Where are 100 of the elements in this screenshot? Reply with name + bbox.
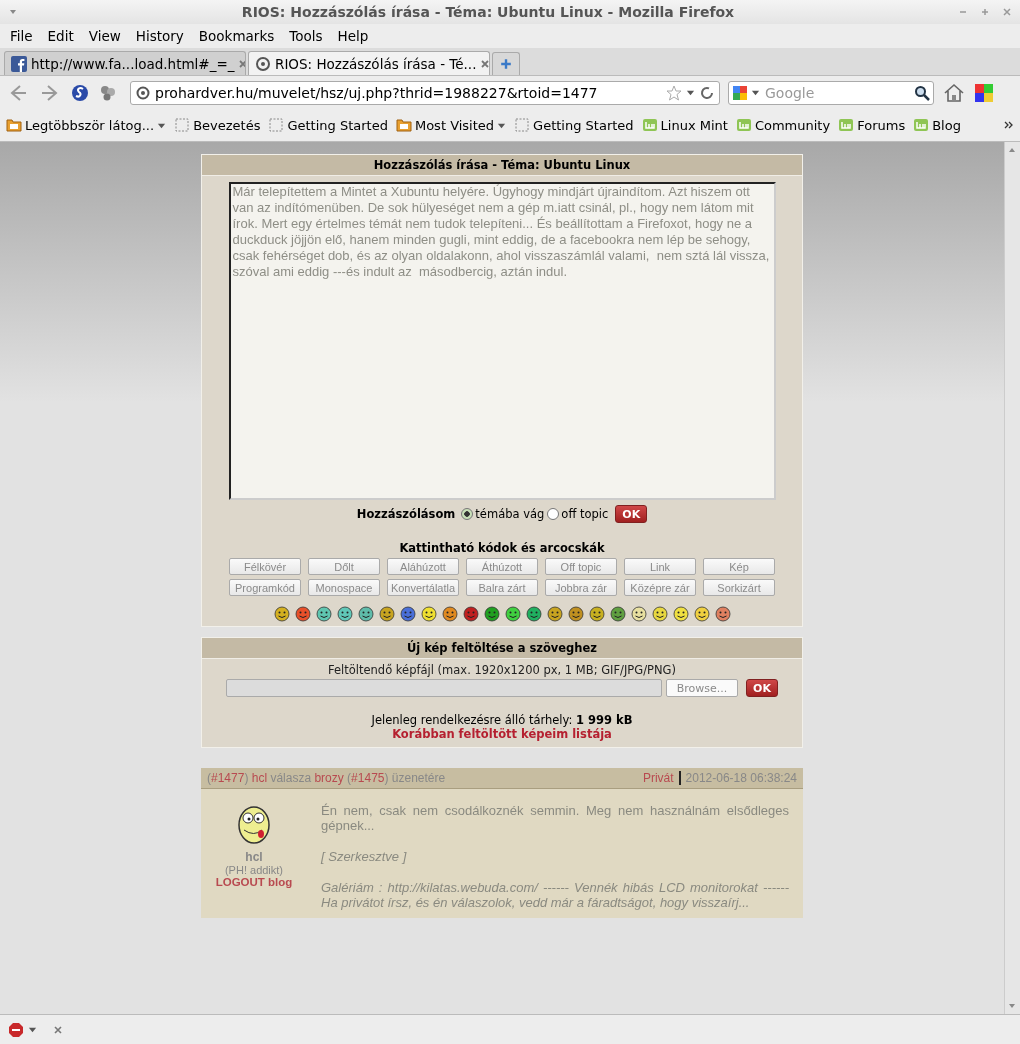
ok-button[interactable]: OK <box>615 505 648 523</box>
format-button[interactable]: Jobbra zár <box>545 579 617 596</box>
format-button[interactable]: Áthúzott <box>466 558 538 575</box>
caret-icon[interactable] <box>28 1025 37 1034</box>
new-tab-button[interactable] <box>492 52 520 75</box>
smiley-icon[interactable] <box>504 606 521 622</box>
smiley-icon[interactable] <box>672 606 689 622</box>
smiley-icon[interactable] <box>693 606 710 622</box>
browser-tab[interactable]: http://www.fa...load.html#_=_ <box>4 51 246 75</box>
quota-label: Jelenleg rendelkezésre álló tárhely: <box>371 713 573 727</box>
smiley-icon[interactable] <box>441 606 458 622</box>
format-button[interactable]: Dőlt <box>308 558 380 575</box>
smiley-icon[interactable] <box>567 606 584 622</box>
browse-button[interactable]: Browse... <box>666 679 739 697</box>
format-button[interactable]: Félkövér <box>229 558 301 575</box>
menu-item[interactable]: Edit <box>47 28 74 44</box>
dropdown-icon[interactable] <box>751 88 760 97</box>
mint-icon <box>641 117 658 133</box>
smiley-icon[interactable] <box>483 606 500 622</box>
reload-icon[interactable] <box>699 84 715 101</box>
format-button[interactable]: Programkód <box>229 579 301 596</box>
format-button[interactable]: Off topic <box>545 558 617 575</box>
bookmark-item[interactable]: Linux Mint <box>641 117 728 133</box>
menu-item[interactable]: Help <box>337 28 369 44</box>
scrollbar[interactable] <box>1004 142 1020 1014</box>
format-button[interactable]: Konvertálatla <box>387 579 459 596</box>
bookmark-item[interactable]: Forums <box>838 117 906 133</box>
bookmark-item[interactable]: Community <box>735 117 831 133</box>
menu-item[interactable]: View <box>88 28 121 44</box>
smiley-icon[interactable] <box>420 606 437 622</box>
smiley-icon[interactable] <box>546 606 563 622</box>
close-icon[interactable] <box>53 1024 63 1035</box>
site-icon <box>135 84 151 101</box>
plus-icon[interactable] <box>500 58 512 70</box>
smiley-icon[interactable] <box>651 606 668 622</box>
bookmark-item[interactable]: Getting Started <box>268 117 388 133</box>
author-name: hcl <box>245 850 263 864</box>
bookmark-item[interactable]: Blog <box>913 117 961 133</box>
window-title: RIOS: Hozzászólás írása - Téma: Ubuntu Linux - Mozilla Firefox <box>240 4 736 20</box>
search-icon[interactable] <box>914 84 930 101</box>
smiley-icon[interactable] <box>714 606 731 622</box>
comment-textarea[interactable]: Már telepítettem a Mintet a Xubuntu helyére. Úgyhogy mindjárt újraindítom. Azt hiszem ott van az indítómenüben. De sok hülyeséget nem a gép m.iatt csinál, pl., hogy nem látom mit írok. Mert egy értelmes témát nem tudok telepíteni... És beállítottam a Firefoxot, hogy ne a duckduck jöjjön elő, hanem minden gugli, mint eddig, de a facebookra nem lép be sehogy, csak fehérséget dob, és az olyan oldalakonn, ahol visszaszámlál valami, nem sztá lál vissza, szóval ami eddig ---és indult az másodbercig, aztán indul. <box>228 182 776 500</box>
search-box[interactable]: Google <box>728 80 934 105</box>
post-link[interactable]: brozy <box>314 771 344 785</box>
smiley-icon[interactable] <box>462 606 479 622</box>
close-icon[interactable] <box>480 58 489 69</box>
search-engine-icon[interactable] <box>732 84 748 101</box>
post-link[interactable]: hcl <box>251 771 268 785</box>
smiley-icon[interactable] <box>273 606 290 622</box>
color-grid-icon[interactable] <box>974 82 994 103</box>
format-button[interactable]: Monospace <box>308 579 380 596</box>
smiley-icon[interactable] <box>357 606 374 622</box>
format-button[interactable]: Sorkizárt <box>703 579 775 596</box>
radio-button[interactable] <box>461 508 474 520</box>
smiley-icon[interactable] <box>399 606 416 622</box>
post-link[interactable]: #1475 <box>351 771 385 785</box>
smiley-icon[interactable] <box>294 606 311 622</box>
star-icon[interactable] <box>666 84 682 101</box>
bookmark-item[interactable]: Getting Started <box>514 117 634 133</box>
adblock-icon[interactable] <box>8 1021 24 1038</box>
format-button[interactable]: Balra zárt <box>466 579 538 596</box>
blog-link[interactable]: LOGOUT blog <box>215 876 293 888</box>
bookmark-item[interactable]: Legtöbbször látog... <box>6 117 167 133</box>
private-link[interactable]: Privát <box>642 771 674 785</box>
signature-text: Galériám : http://kilatas.webuda.com/ ------ Vennék hibás LCD monitorokat ------ Ha privátot írsz, és én válaszolok, vedd már a fáradtságot, hogy visszaírj... <box>321 880 789 910</box>
smiley-icon[interactable] <box>315 606 332 622</box>
menu-item[interactable]: File <box>10 28 33 44</box>
image-list-link[interactable]: Korábban feltöltött képeim listája <box>392 727 612 741</box>
format-button[interactable]: Középre zár <box>624 579 696 596</box>
file-field[interactable] <box>226 679 663 697</box>
ok-button[interactable]: OK <box>746 679 778 697</box>
menu-item[interactable]: Tools <box>289 28 323 44</box>
s-logo-icon[interactable] <box>70 82 90 103</box>
smiley-icon[interactable] <box>588 606 605 622</box>
folder-icon <box>6 117 22 133</box>
mint-icon <box>735 117 752 133</box>
close-icon[interactable] <box>238 58 245 69</box>
format-button[interactable]: Kép <box>703 558 775 575</box>
post-link[interactable]: #1477 <box>211 771 245 785</box>
url-field[interactable]: prohardver.hu/muvelet/hsz/uj.php?thrid=1988227&rtoid=1477 <box>130 80 720 105</box>
mint-icon <box>838 117 855 133</box>
folder-icon <box>395 117 412 133</box>
smiley-icon[interactable] <box>525 606 542 622</box>
smiley-icon[interactable] <box>336 606 353 622</box>
format-button[interactable]: Aláhúzott <box>387 558 459 575</box>
smiley-icon[interactable] <box>609 606 626 622</box>
smiley-icon[interactable] <box>378 606 395 622</box>
dropdown-icon[interactable] <box>686 88 695 97</box>
menu-item[interactable]: History <box>135 28 184 44</box>
chevron-icon[interactable] <box>1004 120 1014 130</box>
bookmark-item[interactable]: Most Visited <box>395 117 507 133</box>
smiley-icon[interactable] <box>630 606 647 622</box>
radio-button[interactable] <box>547 508 560 520</box>
radio-label: témába vág <box>475 507 545 521</box>
browser-tab[interactable]: RIOS: Hozzászólás írása - Té... <box>248 51 490 75</box>
radio-label: off topic <box>561 507 609 521</box>
edited-note: [ Szerkesztve ] <box>321 849 408 864</box>
format-button[interactable]: Link <box>624 558 696 575</box>
bookmark-item[interactable]: Bevezetés <box>174 117 261 133</box>
menu-item[interactable]: Bookmarks <box>198 28 275 44</box>
